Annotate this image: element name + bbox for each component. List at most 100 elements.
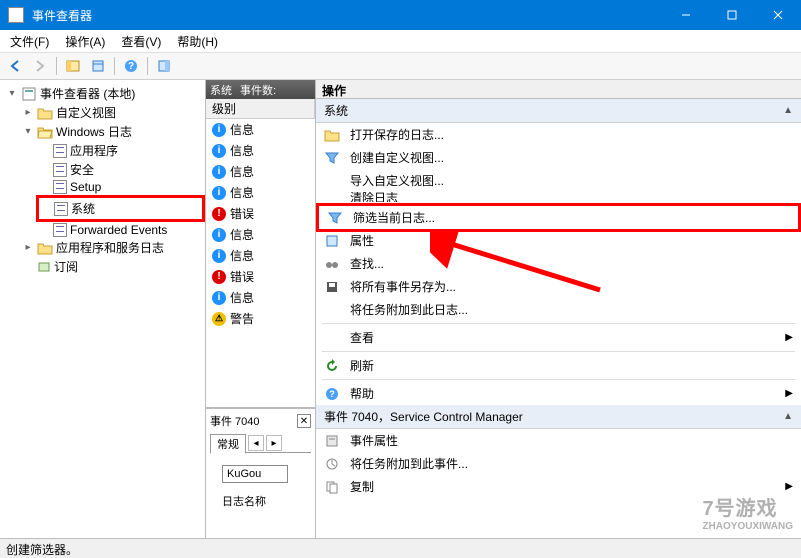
subscription-icon	[37, 260, 51, 274]
menu-help[interactable]: 帮助(H)	[173, 31, 222, 52]
event-row[interactable]: !错误	[206, 203, 315, 224]
action-label: 帮助	[350, 385, 374, 402]
action-create-custom-view[interactable]: 创建自定义视图...	[316, 146, 801, 169]
next-tab-button[interactable]: ▸	[266, 435, 282, 451]
menubar: 文件(F) 操作(A) 查看(V) 帮助(H)	[0, 30, 801, 52]
info-icon: i	[212, 123, 226, 137]
refresh-icon	[324, 358, 340, 374]
expand-icon[interactable]: ▾	[22, 126, 34, 138]
grid-column-level[interactable]: 级别	[206, 99, 315, 119]
log-icon	[53, 163, 67, 177]
event-row[interactable]: ⚠ 警告	[206, 308, 315, 329]
event-grid[interactable]: i信息i信息i信息i信息!错误i信息i信息!错误i信息⚠警告	[206, 119, 315, 408]
back-button[interactable]	[4, 55, 26, 77]
action-properties[interactable]: 属性	[316, 229, 801, 252]
info-icon: i	[212, 249, 226, 263]
maximize-button[interactable]	[709, 0, 755, 30]
tree-label: 应用程序	[70, 142, 118, 159]
event-row[interactable]: i 信息	[206, 182, 315, 203]
event-row[interactable]: i信息	[206, 287, 315, 308]
event-level-text: 信息	[230, 184, 254, 201]
event-level-text: 信息	[230, 121, 254, 138]
action-attach-task-event[interactable]: 将任务附加到此事件...	[316, 452, 801, 475]
info-icon: i	[212, 186, 226, 200]
event-row[interactable]: i 信息	[206, 245, 315, 266]
task-icon	[324, 456, 340, 472]
center-header-name: 系统	[210, 82, 232, 98]
action-refresh[interactable]: 刷新	[316, 354, 801, 377]
submenu-arrow-icon: ▶	[785, 332, 793, 343]
forward-button[interactable]	[29, 55, 51, 77]
action-open-saved-log[interactable]: 打开保存的日志...	[316, 123, 801, 146]
tree-app-service-logs[interactable]: ▸ 应用程序和服务日志	[20, 238, 205, 257]
prev-tab-button[interactable]: ◂	[248, 435, 264, 451]
log-icon	[53, 144, 67, 158]
action-label: 导入自定义视图...	[350, 172, 444, 189]
event-row[interactable]: i信息	[206, 161, 315, 182]
action-help[interactable]: ?帮助▶	[316, 382, 801, 405]
tree-subscriptions[interactable]: 订阅	[20, 257, 205, 276]
minimize-button[interactable]	[663, 0, 709, 30]
event-row[interactable]: i 信息	[206, 224, 315, 245]
menu-action[interactable]: 操作(A)	[61, 31, 109, 52]
event-level-text: 警告	[230, 310, 254, 327]
action-save-all[interactable]: 将所有事件另存为...	[316, 275, 801, 298]
detail-close-button[interactable]: ✕	[297, 414, 311, 428]
show-action-pane-button[interactable]	[153, 55, 175, 77]
binoculars-icon	[324, 256, 340, 272]
properties-button[interactable]	[87, 55, 109, 77]
event-level-text: 信息	[230, 247, 254, 264]
close-button[interactable]	[755, 0, 801, 30]
log-icon	[53, 223, 67, 237]
action-label: 查找...	[350, 255, 384, 272]
funnel-icon	[324, 150, 340, 166]
expand-icon[interactable]: ▸	[22, 242, 34, 254]
expand-icon[interactable]: ▸	[22, 107, 34, 119]
action-attach-task-log[interactable]: 将任务附加到此日志...	[316, 298, 801, 321]
center-header-count-label: 事件数:	[240, 82, 276, 98]
action-import-custom-view[interactable]: 导入自定义视图...	[316, 169, 801, 192]
folder-open-icon	[37, 125, 53, 139]
tab-general[interactable]: 常规	[210, 434, 246, 454]
show-hide-tree-button[interactable]	[62, 55, 84, 77]
actions-group-system[interactable]: 系统 ▲	[316, 99, 801, 123]
tree-log-system[interactable]: 系统	[36, 195, 205, 222]
action-event-properties[interactable]: 事件属性	[316, 429, 801, 452]
tree-custom-views[interactable]: ▸ 自定义视图	[20, 103, 205, 122]
tree-label: Setup	[70, 180, 101, 194]
tree-windows-logs[interactable]: ▾ Windows 日志	[20, 122, 205, 141]
menu-view[interactable]: 查看(V)	[117, 31, 165, 52]
collapse-icon[interactable]: ▲	[783, 105, 793, 116]
app-icon	[8, 7, 24, 23]
tree-pane[interactable]: ▾ 事件查看器 (本地) ▸ 自定义视图 ▾	[0, 80, 206, 538]
save-icon	[324, 279, 340, 295]
action-find[interactable]: 查找...	[316, 252, 801, 275]
warning-icon: ⚠	[212, 312, 226, 326]
info-icon: i	[212, 228, 226, 242]
action-view[interactable]: 查看▶	[316, 326, 801, 349]
tree-log-security[interactable]: 安全	[36, 160, 205, 179]
event-row[interactable]: !错误	[206, 266, 315, 287]
tree-log-application[interactable]: 应用程序	[36, 141, 205, 160]
titlebar: 事件查看器	[0, 0, 801, 30]
tree-log-forwarded[interactable]: Forwarded Events	[36, 222, 205, 238]
event-row[interactable]: i信息	[206, 140, 315, 161]
submenu-arrow-icon: ▶	[785, 481, 793, 492]
actions-group-event[interactable]: 事件 7040，Service Control Manager ▲	[316, 405, 801, 429]
event-row[interactable]: i 信息	[206, 119, 315, 140]
help-button[interactable]: ?	[120, 55, 142, 77]
expand-icon[interactable]: ▾	[6, 88, 18, 100]
funnel-icon	[327, 210, 343, 226]
event-level-text: 信息	[230, 226, 254, 243]
tree-log-setup[interactable]: Setup	[36, 179, 205, 195]
action-label: 属性	[350, 232, 374, 249]
svg-text:?: ?	[329, 389, 335, 399]
action-filter-current-log[interactable]: 筛选当前日志...	[319, 206, 798, 229]
collapse-icon[interactable]: ▲	[783, 411, 793, 422]
help-icon: ?	[324, 386, 340, 402]
tree-root[interactable]: ▾ 事件查看器 (本地)	[4, 84, 205, 103]
action-clear-log[interactable]: 清除日志	[316, 192, 801, 202]
tree-label: Windows 日志	[56, 123, 132, 140]
menu-file[interactable]: 文件(F)	[6, 31, 53, 52]
main-area: ▾ 事件查看器 (本地) ▸ 自定义视图 ▾	[0, 80, 801, 538]
